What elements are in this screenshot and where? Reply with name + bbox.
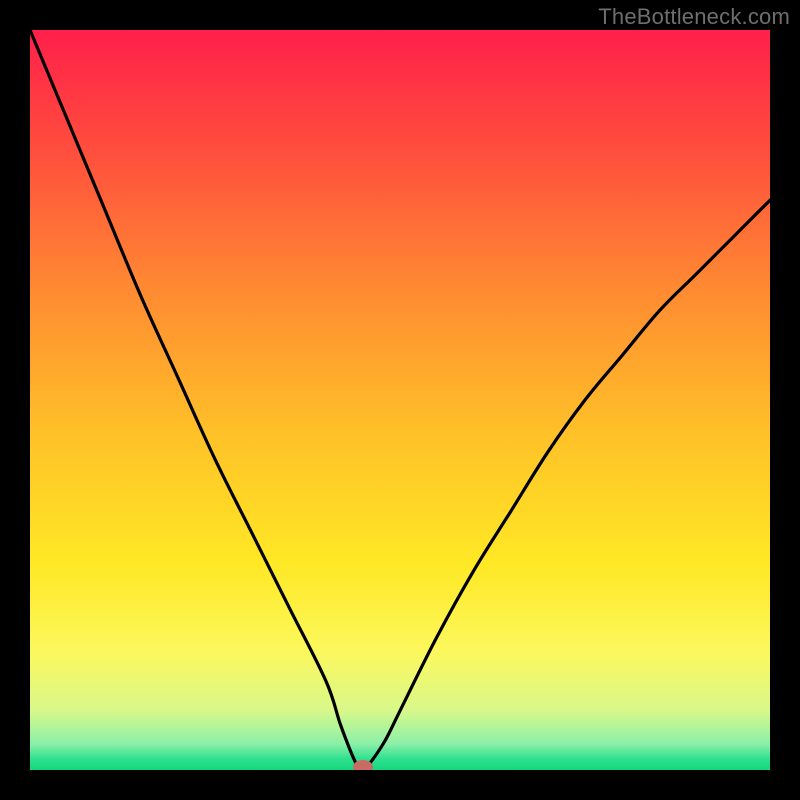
minimum-marker (353, 760, 373, 774)
chart-frame: TheBottleneck.com (0, 0, 800, 800)
watermark-text: TheBottleneck.com (598, 4, 790, 30)
bottleneck-chart (0, 0, 800, 800)
plot-background-gradient (30, 30, 770, 770)
